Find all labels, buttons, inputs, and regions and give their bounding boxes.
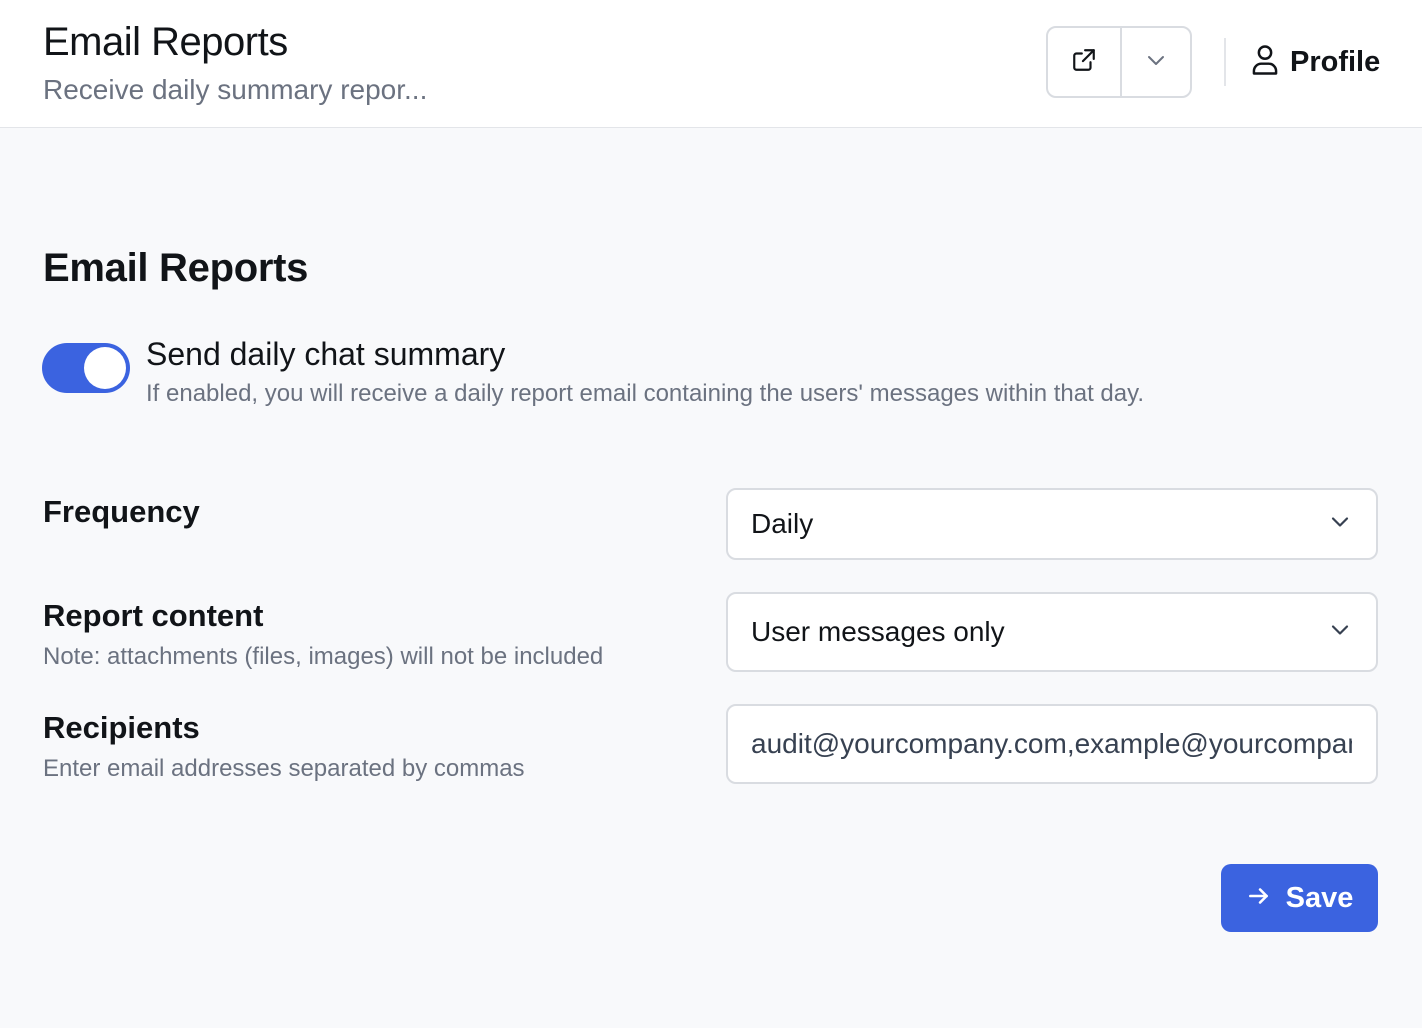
daily-summary-description: If enabled, you will receive a daily rep… [146,380,1144,407]
top-header: Email Reports Receive daily summary repo… [0,0,1422,128]
report-content-select-value: User messages only [751,616,1005,647]
page-subtitle: Receive daily summary repor... [43,74,428,105]
report-content-note: Note: attachments (files, images) will n… [43,643,604,670]
profile-button[interactable]: Profile [1250,40,1380,84]
external-link-icon [1071,47,1097,78]
frequency-select[interactable]: Daily [726,488,1378,560]
chevron-down-icon [1328,510,1352,539]
open-external-button[interactable] [1048,28,1122,96]
save-label: Save [1285,881,1354,914]
daily-summary-title: Send daily chat summary [146,336,506,372]
chevron-down-icon [1328,618,1352,647]
recipients-input-wrapper [726,704,1378,784]
action-button-group [1046,26,1192,98]
arrow-right-icon [1246,883,1272,914]
frequency-label: Frequency [43,494,200,529]
recipients-label: Recipients [43,710,200,745]
save-button[interactable]: Save [1221,864,1378,932]
recipients-input[interactable] [751,728,1352,760]
report-content-select[interactable]: User messages only [726,592,1378,672]
report-content-label: Report content [43,598,264,633]
profile-label: Profile [1290,45,1381,78]
page-title: Email Reports [43,20,288,64]
frequency-select-value: Daily [751,508,814,539]
toggle-knob [84,347,126,389]
daily-summary-toggle[interactable] [42,343,130,393]
recipients-note: Enter email addresses separated by comma… [43,755,525,782]
section-title: Email Reports [43,246,309,290]
chevron-down-icon [1144,48,1168,77]
user-icon [1250,44,1280,81]
more-options-dropdown-button[interactable] [1122,28,1190,96]
header-divider [1224,38,1226,86]
